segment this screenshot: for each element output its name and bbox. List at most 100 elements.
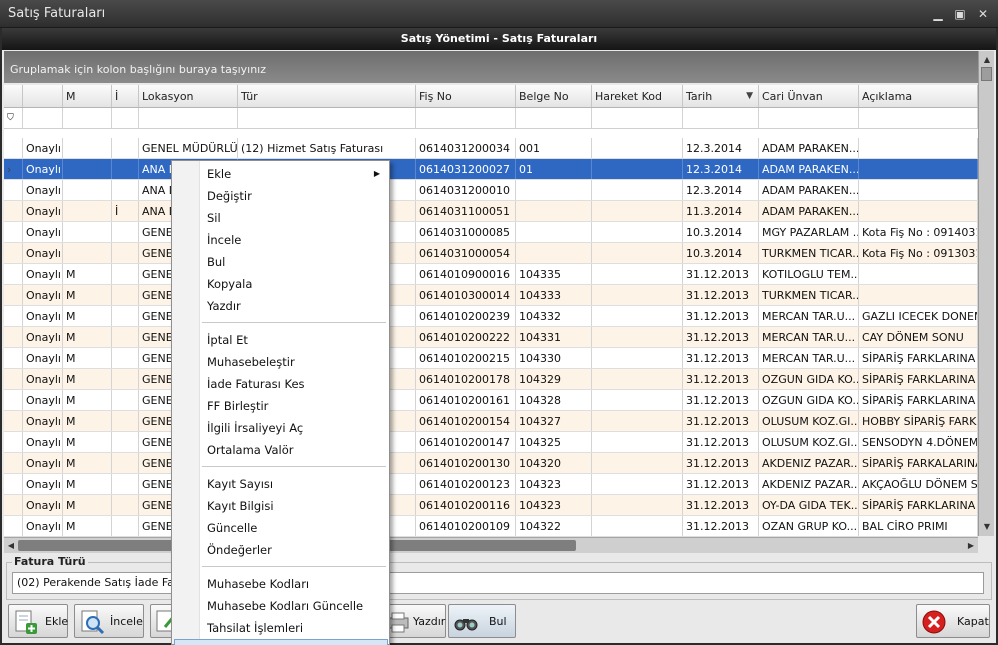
table-row[interactable]: Onaylı M GENEL 0614010200130 104320 31.12.201… — [4, 453, 978, 474]
filter-cell-date[interactable] — [683, 108, 759, 128]
menu-item-2-0[interactable]: Kayıt Sayısı — [174, 473, 388, 495]
table-row[interactable]: Onaylı GENEL MÜDÜRLÜK (12) Hizmet Satış Fa… — [4, 138, 978, 159]
cell-description — [859, 180, 978, 200]
row-indicator: › — [4, 159, 23, 179]
scroll-up-icon[interactable]: ▲ — [979, 53, 995, 67]
scroll-left-icon[interactable]: ◀ — [4, 538, 18, 554]
menu-item-2-3[interactable]: Öndeğerler — [174, 539, 388, 561]
table-row[interactable]: Onaylı M GENEL 0614010200161 104328 31.12.201… — [4, 390, 978, 411]
close-icon[interactable]: ✕ — [974, 6, 992, 22]
table-row[interactable]: Onaylı M GENEL 0614010200239 104332 31.12.201… — [4, 306, 978, 327]
menu-item-1-3[interactable]: FF Birleştir — [174, 395, 388, 417]
table-row[interactable]: Onaylı M GENEL 0614010200109 104322 31.12.201… — [4, 516, 978, 537]
scroll-thumb[interactable] — [981, 67, 992, 81]
table-row[interactable]: Onaylı GENEL 0614031000085 10.3.2014 MGY PAZ… — [4, 222, 978, 243]
menu-item-0-4[interactable]: Bul — [174, 251, 388, 273]
cell-status: Onaylı — [23, 327, 63, 347]
filter-cell-status[interactable] — [23, 108, 63, 128]
table-row[interactable]: Onaylı M GENEL 0614010200147 104325 31.12.201… — [4, 432, 978, 453]
cell-i-flag — [112, 495, 139, 515]
menu-item-2-1[interactable]: Kayıt Bilgisi — [174, 495, 388, 517]
column-header-indicator[interactable] — [4, 85, 23, 107]
filter-cell-document-no[interactable] — [516, 108, 592, 128]
table-row[interactable]: Onaylı M GENEL 0614010200222 104331 31.12.201… — [4, 327, 978, 348]
table-row[interactable]: Onaylı M GENEL 0614010200215 104330 31.12.201… — [4, 348, 978, 369]
table-row[interactable]: Onaylı M GENEL 0614010200116 104323 31.12.201… — [4, 495, 978, 516]
filter-cell-customer-title[interactable] — [759, 108, 859, 128]
inspect-button-label: İncele — [110, 615, 143, 628]
column-header-type[interactable]: Tür — [238, 85, 416, 107]
scroll-down-icon[interactable]: ▼ — [979, 520, 995, 534]
menu-item-3-2[interactable]: Tahsilat İşlemleri — [174, 617, 388, 639]
column-header-status[interactable] — [23, 85, 63, 107]
cell-description — [859, 201, 978, 221]
horizontal-scrollbar[interactable]: ◀ ▶ — [4, 537, 978, 553]
column-header-m-flag[interactable]: M — [63, 85, 112, 107]
filter-cell-m-flag[interactable] — [63, 108, 112, 128]
maximize-icon[interactable]: ▣ — [951, 6, 969, 22]
menu-item-label: Ekle — [207, 167, 232, 181]
cell-description — [859, 264, 978, 284]
menu-item-0-6[interactable]: Yazdır — [174, 295, 388, 317]
menu-item-3-0[interactable]: Muhasebe Kodları — [174, 573, 388, 595]
sort-descending-icon[interactable]: ▼ — [746, 85, 753, 107]
filter-icon[interactable]: ⛉ — [4, 108, 23, 128]
table-row-selected[interactable]: › Onaylı ANA D 0614031200027 01 12.3.2014 ADAM… — [4, 159, 978, 180]
filter-cell-i-flag[interactable] — [112, 108, 139, 128]
cell-date: 31.12.2013 — [683, 264, 759, 284]
table-row[interactable]: Onaylı M GENEL 0614010300014 104333 31.12.201… — [4, 285, 978, 306]
add-document-icon — [15, 610, 37, 634]
filter-cell-description[interactable] — [859, 108, 978, 128]
cell-status: Onaylı — [23, 285, 63, 305]
cell-status: Onaylı — [23, 495, 63, 515]
fatura-turu-field[interactable]: (02) Perakende Satış İade Fatur — [12, 572, 984, 594]
column-header-movement-code[interactable]: Hareket Kod — [592, 85, 683, 107]
filter-row[interactable]: ⛉ — [4, 108, 978, 129]
menu-item-2-2[interactable]: Güncelle — [174, 517, 388, 539]
table-row[interactable]: Onaylı M GENEL 0614010900016 104335 31.12.201… — [4, 264, 978, 285]
minimize-icon[interactable]: ▁ — [929, 6, 947, 22]
menu-item-0-5[interactable]: Kopyala — [174, 273, 388, 295]
scroll-right-icon[interactable]: ▶ — [964, 538, 978, 554]
cell-customer-title: ADAM PARAKEN... — [759, 159, 859, 179]
menu-item-1-4[interactable]: İlgili İrsaliyeyi Aç — [174, 417, 388, 439]
menu-item-1-5[interactable]: Ortalama Valör — [174, 439, 388, 461]
menu-item-0-1[interactable]: Değiştir — [174, 185, 388, 207]
cell-customer-title: AKDENIZ PAZAR... — [759, 453, 859, 473]
group-by-panel[interactable]: Gruplamak için kolon başlığını buraya ta… — [4, 51, 978, 83]
menu-item-1-1[interactable]: Muhasebeleştir — [174, 351, 388, 373]
table-row[interactable]: Onaylı M GENEL 0614010200123 104323 31.12.201… — [4, 474, 978, 495]
menu-item-0-3[interactable]: İncele — [174, 229, 388, 251]
menu-item-0-0[interactable]: Ekle ▶ — [174, 163, 388, 185]
cell-description: SİPARİŞ FARKLARINA İS — [859, 495, 978, 515]
inspect-button[interactable]: İncele — [74, 604, 144, 638]
filter-cell-receipt-no[interactable] — [416, 108, 516, 128]
row-indicator — [4, 201, 23, 221]
column-header-document-no[interactable]: Belge No — [516, 85, 592, 107]
table-row[interactable]: OnaylıANA Dası061403120001012.3.2014ADAM… — [4, 180, 978, 201]
menu-item-3-3[interactable]: Borç Takip — [174, 639, 388, 645]
cell-m-flag: M — [63, 474, 112, 494]
column-header-receipt-no[interactable]: Fiş No — [416, 85, 516, 107]
menu-item-0-2[interactable]: Sil — [174, 207, 388, 229]
column-header-description[interactable]: Açıklama — [859, 85, 978, 107]
column-header-location[interactable]: Lokasyon — [139, 85, 238, 107]
menu-item-3-1[interactable]: Muhasebe Kodları Güncelle — [174, 595, 388, 617]
vertical-scrollbar[interactable]: ▲ ▼ — [978, 51, 994, 536]
table-row[interactable]: Onaylı M GENEL 0614010200154 104327 31.12.201… — [4, 411, 978, 432]
column-header-i-flag[interactable]: İ — [112, 85, 139, 107]
filter-cell-movement-code[interactable] — [592, 108, 683, 128]
menu-item-1-0[interactable]: İptal Et — [174, 329, 388, 351]
filter-cell-type[interactable] — [238, 108, 416, 128]
column-header-date[interactable]: Tarih ▼ — [683, 85, 759, 107]
cell-i-flag — [112, 453, 139, 473]
filter-cell-location[interactable] — [139, 108, 238, 128]
table-row[interactable]: Onaylı M GENEL 0614010200178 104329 31.12.201… — [4, 369, 978, 390]
menu-item-1-2[interactable]: İade Faturası Kes — [174, 373, 388, 395]
table-row[interactable]: Onaylı GENEL 0614031000054 10.3.2014 TURKMEN… — [4, 243, 978, 264]
find-button[interactable]: Bul — [448, 604, 516, 638]
table-row[interactable]: OnaylıİANA Dası061403110005111.3.2014ADA… — [4, 201, 978, 222]
column-header-customer-title[interactable]: Cari Ünvan — [759, 85, 859, 107]
close-button[interactable]: Kapat — [916, 604, 990, 638]
add-button[interactable]: Ekle — [8, 604, 68, 638]
